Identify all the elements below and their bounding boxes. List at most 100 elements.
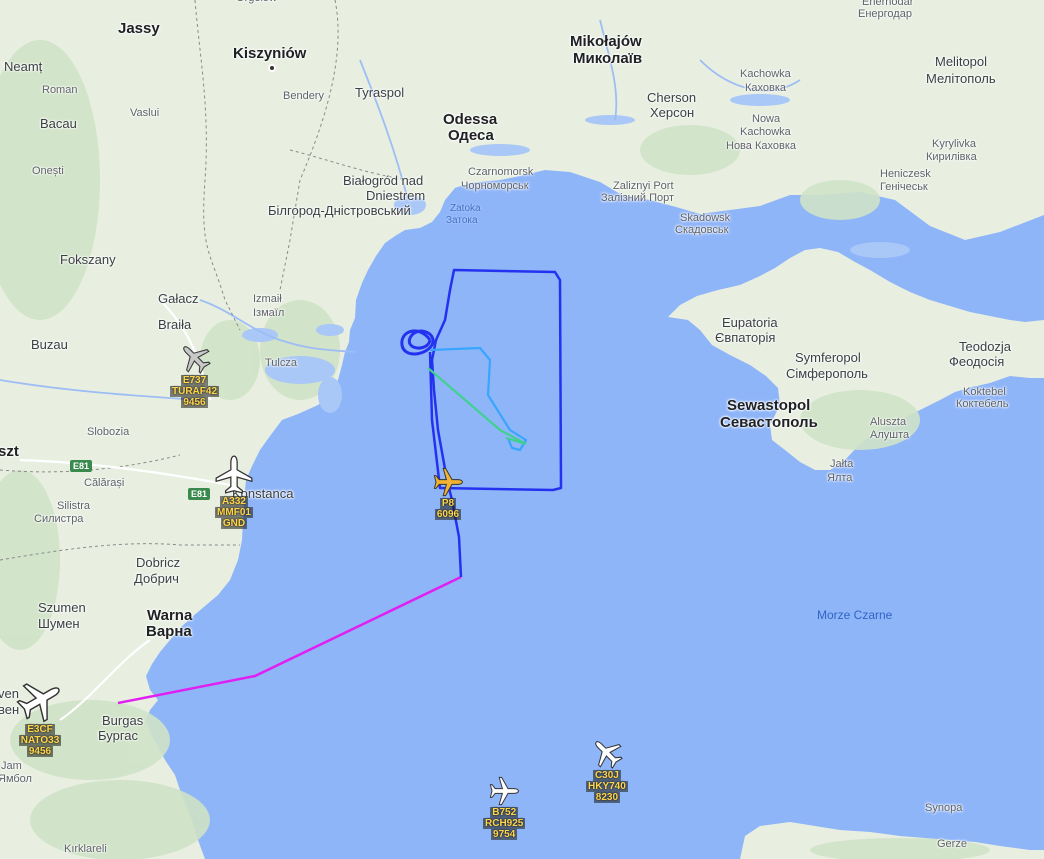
place-label-orgeyev: Orgeiów [236, 0, 277, 5]
place-label-kirklareli: Kırklareli [64, 843, 107, 855]
capital-marker [268, 64, 276, 72]
airplane-icon[interactable] [590, 736, 624, 770]
place-label-heniczesk-uk: Генічеськ [880, 181, 928, 193]
place-label-aluszta: Aluszta [870, 416, 907, 428]
airplane-icon[interactable] [488, 775, 520, 807]
aircraft-tag-line: 8230 [593, 792, 621, 803]
aircraft-tag-line: E3CF [25, 724, 55, 735]
place-label-koktebel-uk: Коктебель [956, 398, 1009, 410]
aircraft-tag-line: NATO33 [18, 735, 62, 746]
place-label-teodozja-uk: Феодосія [949, 354, 1005, 369]
aircraft-tag-line: E737 [180, 375, 209, 386]
place-label-eupatoria: Eupatoria [722, 315, 778, 330]
aircraft-tag-line: C30J [592, 770, 621, 781]
place-label-silistra: Silistra [57, 500, 91, 512]
aircraft-b752[interactable]: B752 RCH925 9754 [483, 775, 526, 840]
place-label-burgas-bg: Бургас [98, 728, 139, 743]
place-label-braila: Braiła [158, 317, 192, 332]
place-label-zatoka: Zatoka [450, 203, 481, 214]
place-label-bilhorod-uk: Білгород-Дністровський [268, 203, 411, 218]
aircraft-tag-line: MMF01 [215, 507, 253, 518]
place-label-nowa-kach-uk: Нова Каховка [726, 140, 796, 152]
place-label-szumen-bg: Шумен [38, 616, 80, 631]
place-label-kiszyniow: Kiszyniów [233, 45, 307, 62]
place-label-bacau: Bacau [40, 116, 77, 131]
place-label-cherson: Cherson [647, 90, 697, 105]
place-label-galacz: Gałacz [158, 291, 199, 306]
place-label-izmail-uk: Ізмаїл [253, 307, 285, 319]
track-blue-loop [428, 268, 563, 492]
place-label-melitopol-uk: Мелітополь [926, 71, 996, 86]
place-label-bendery: Bendery [283, 90, 324, 102]
aircraft-tag-line: P8 [439, 498, 457, 509]
place-label-kachowka: Kachowka [740, 68, 791, 80]
aircraft-tag-line: HKY740 [586, 781, 628, 792]
airplane-icon[interactable] [16, 676, 64, 724]
place-label-czarnomorsk: Czarnomorsk [468, 166, 534, 178]
place-label-tulcza: Tulcza [265, 357, 297, 369]
place-label-buzau: Buzau [31, 337, 68, 352]
road-shield-e81: E81 [70, 460, 93, 472]
sea-label: Morze Czarne [817, 608, 893, 622]
place-label-jassy: Jassy [118, 20, 160, 37]
aircraft-a332[interactable]: A332 MMF01 GND [213, 454, 255, 529]
place-label-bialogrod2: Dniestrem [366, 188, 426, 203]
place-label-jambol: Jam [1, 760, 22, 772]
aircraft-e737[interactable]: E737 TURAF42 9456 [170, 341, 220, 408]
track-green [427, 367, 527, 446]
place-label-jalta: Jałta [830, 458, 854, 470]
airplane-icon[interactable] [178, 341, 212, 375]
place-label-enerhodar-uk: Енергодар [858, 8, 912, 20]
place-label-sewastopol: Sewastopol [727, 397, 811, 414]
flight-map[interactable]: Jassy Kiszyniów Neamț Roman Bendery Tyraspol B… [0, 0, 1044, 859]
place-label-kachowka-uk: Каховка [745, 82, 787, 94]
place-label-skadowsk: Skadowsk [680, 212, 731, 224]
place-label-onesti: Onești [32, 165, 64, 177]
place-label-teodozja: Teodozja [959, 339, 1012, 354]
place-label-neamt: Neamț [4, 59, 43, 74]
place-label-zaliznyi: Zaliznyi Port [613, 180, 674, 192]
aircraft-tag-line: 9456 [181, 397, 208, 408]
place-label-dobricz-bg: Добрич [134, 571, 179, 586]
place-label-melitopol: Melitopol [935, 54, 988, 69]
place-label-synopa: Synopa [925, 802, 963, 814]
place-label-zatoka-uk: Затока [446, 215, 478, 226]
place-label-roman: Roman [42, 84, 78, 96]
place-label-czarnomorsk-uk: Чорноморськ [461, 180, 529, 192]
aircraft-e3cf[interactable]: E3CF NATO33 9456 [16, 676, 64, 757]
place-label-silistra-bg: Силистра [34, 513, 84, 525]
airplane-icon[interactable] [213, 454, 255, 496]
aircraft-tag-line: 6096 [434, 509, 462, 520]
place-label-warna: Warna [147, 607, 193, 624]
place-label-symferopol-uk: Сімферополь [786, 366, 868, 381]
aircraft-tag-line: 9456 [26, 746, 54, 757]
place-label-nowa-kach2: Kachowka [740, 126, 791, 138]
aircraft-tag-line: TURAF42 [170, 386, 220, 397]
aircraft-tag-line: 9754 [491, 829, 518, 840]
place-label-mikolajow: Mikołajów [570, 33, 642, 50]
place-label-odessa-uk: Одеса [448, 127, 494, 144]
place-label-jalta-uk: Ялта [827, 472, 853, 484]
place-label-aluszta-uk: Алушта [870, 429, 910, 441]
place-label-slobozia: Slobozia [87, 426, 130, 438]
place-label-zaliznyi-uk: Залізний Порт [601, 192, 675, 204]
place-label-focsani: Fokszany [60, 252, 116, 267]
aircraft-tag-line: GND [220, 518, 248, 529]
place-label-dobricz: Dobricz [136, 555, 181, 570]
place-label-vaslui: Vaslui [130, 107, 160, 119]
place-label-odessa: Odessa [443, 111, 498, 128]
place-label-szumen: Szumen [38, 600, 86, 615]
place-label-kyrylivka: Kyrylivka [932, 138, 977, 150]
place-label-heniczesk: Heniczesk [880, 168, 931, 180]
place-label-jambol-bg: Ямбол [0, 773, 32, 785]
place-label-tyraspol: Tyraspol [355, 85, 405, 100]
place-label-sewastopol-uk: Севастополь [720, 414, 818, 431]
place-label-szt: szt [0, 443, 19, 460]
airplane-icon[interactable] [432, 466, 464, 498]
aircraft-p8[interactable]: P8 6096 [432, 466, 464, 520]
place-label-mikolajow-uk: Миколаїв [573, 50, 643, 67]
place-label-gerze: Gerze [937, 838, 967, 850]
aircraft-tag-line: A332 [220, 496, 248, 507]
aircraft-tag-line: RCH925 [483, 818, 526, 829]
aircraft-c30j[interactable]: C30J HKY740 8230 [586, 736, 628, 803]
